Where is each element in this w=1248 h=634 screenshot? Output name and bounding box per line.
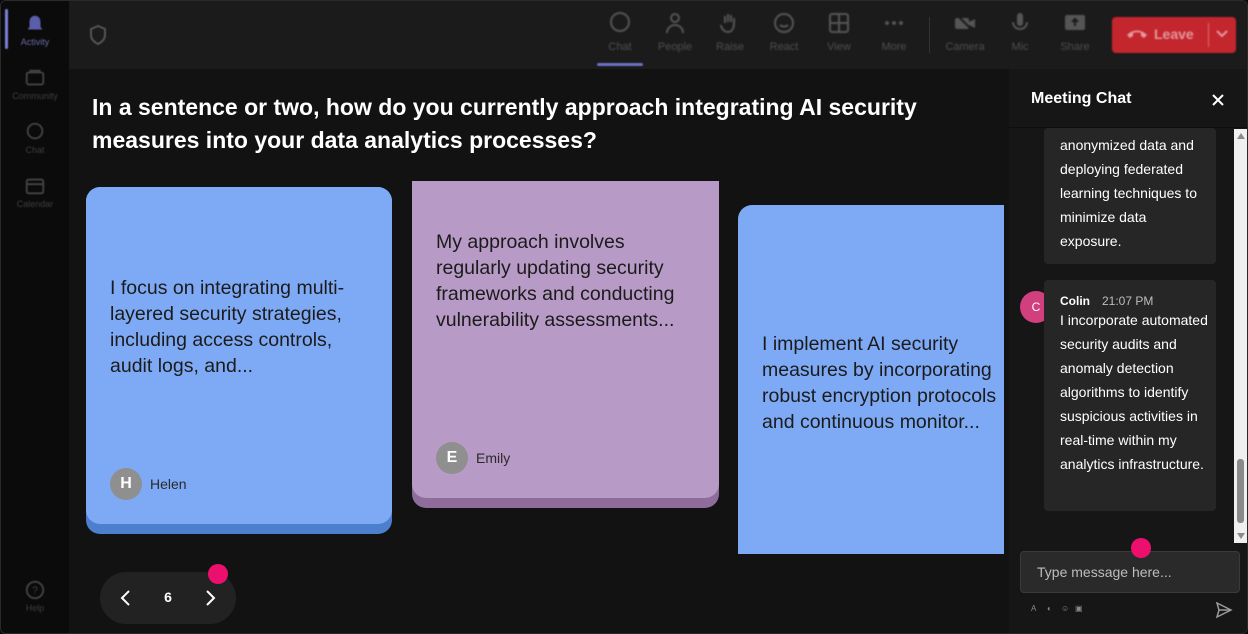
scroll-thumb[interactable] — [1237, 459, 1244, 523]
shield-icon[interactable] — [89, 25, 107, 45]
rail-item-help[interactable]: ? Help — [1, 579, 69, 613]
rail-item-calendar[interactable]: Calendar — [1, 175, 69, 209]
gif-icon[interactable]: ▣ — [1075, 605, 1083, 613]
mic-icon — [1012, 13, 1028, 31]
avatar: E — [436, 442, 468, 474]
rail-label: Community — [12, 91, 58, 101]
meeting-window: Activity Community Chat Calendar ? Help … — [0, 0, 1248, 634]
card-text: I implement AI security measures by inco… — [762, 333, 997, 433]
chat-active-indicator — [597, 63, 643, 66]
chat-message-text: anonymized data and deploying federated … — [1060, 137, 1197, 249]
card-author: Emily — [476, 450, 511, 466]
cursor-marker — [1131, 538, 1151, 558]
question-title: In a sentence or two, how do you current… — [92, 94, 917, 153]
toolbar-label: More — [881, 41, 907, 53]
chevron-down-icon[interactable] — [1214, 25, 1230, 41]
chat-icon — [26, 122, 44, 140]
hand-icon — [720, 14, 735, 34]
response-card[interactable]: I focus on integrating multi-layered sec… — [86, 187, 392, 524]
toolbar-people-button[interactable]: People — [650, 11, 700, 53]
share-icon — [1065, 15, 1085, 30]
toolbar-divider — [929, 17, 930, 53]
rail-label: Activity — [20, 37, 50, 47]
community-icon — [25, 69, 45, 86]
attach-icon[interactable]: ◐ — [1047, 605, 1055, 613]
main-stage: In a sentence or two, how do you current… — [69, 69, 1009, 633]
rail-item-activity[interactable]: Activity — [1, 13, 69, 47]
toolbar-label: React — [769, 41, 799, 53]
chat-scrollbar[interactable] — [1234, 129, 1247, 543]
help-icon: ? — [25, 580, 45, 600]
leave-label: Leave — [1154, 26, 1194, 42]
toolbar-raise-button[interactable]: Raise — [705, 11, 755, 53]
chevron-left-icon[interactable] — [114, 586, 138, 610]
people-icon — [666, 13, 684, 34]
chat-icon — [610, 12, 630, 32]
toolbar-chat-button[interactable]: Chat — [595, 11, 645, 53]
phone-hangup-icon — [1127, 30, 1147, 38]
meeting-chat-panel: Meeting Chat anonymized data and deployi… — [1009, 69, 1247, 633]
format-icon[interactable]: A — [1031, 605, 1039, 613]
avatar: H — [110, 468, 142, 500]
toolbar-label: Mic — [1011, 41, 1029, 53]
rail-item-community[interactable]: Community — [1, 67, 69, 101]
toolbar-camera-button[interactable]: Camera — [940, 11, 990, 53]
leave-button[interactable]: Leave — [1112, 17, 1236, 53]
chat-message-text: I incorporate automated security audits … — [1060, 312, 1208, 472]
chat-message: anonymized data and deploying federated … — [1044, 128, 1216, 264]
rail-item-chat[interactable]: Chat — [1, 121, 69, 155]
toolbar-label: Chat — [608, 41, 632, 53]
rail-label: Help — [25, 603, 45, 613]
card-text: I focus on integrating multi-layered sec… — [110, 277, 345, 377]
card-text: My approach involves regularly updating … — [436, 231, 675, 331]
close-icon[interactable] — [1209, 91, 1227, 109]
toolbar-label: People — [657, 41, 693, 53]
toolbar-more-button[interactable]: More — [869, 11, 919, 53]
toolbar-label: View — [827, 41, 851, 53]
toolbar-react-button[interactable]: React — [759, 11, 809, 53]
chat-message: Colin 21:07 PM I incorporate automated s… — [1044, 280, 1216, 511]
toolbar-mic-button[interactable]: Mic — [995, 11, 1045, 53]
response-card[interactable]: My approach involves regularly updating … — [412, 181, 719, 498]
smile-icon — [774, 13, 794, 33]
meeting-toolbar: Chat People Raise React View More Camera — [69, 1, 1247, 69]
rail-label: Calendar — [16, 199, 54, 209]
emoji-icon[interactable]: ☺ — [1061, 605, 1069, 613]
calendar-icon — [25, 178, 45, 195]
toolbar-label: Raise — [715, 41, 745, 53]
toolbar-label: Camera — [945, 41, 985, 53]
chevron-right-icon[interactable] — [198, 586, 222, 610]
svg-text:?: ? — [32, 586, 38, 597]
cursor-marker — [208, 564, 228, 584]
scroll-up-icon[interactable] — [1237, 133, 1245, 139]
send-icon[interactable] — [1215, 601, 1233, 619]
rail-label: Chat — [25, 145, 45, 155]
more-icon — [885, 21, 903, 25]
toolbar-view-button[interactable]: View — [814, 11, 864, 53]
chat-title: Meeting Chat — [1031, 90, 1132, 107]
chat-message-input[interactable] — [1020, 551, 1240, 593]
bell-icon — [27, 15, 43, 30]
leave-divider — [1208, 23, 1209, 47]
scroll-down-icon[interactable] — [1237, 533, 1245, 539]
toolbar-share-button[interactable]: Share — [1050, 11, 1100, 53]
response-card[interactable]: I implement AI security measures by inco… — [738, 205, 1004, 554]
grid-icon — [829, 13, 849, 33]
left-rail: Activity Community Chat Calendar ? Help — [1, 1, 69, 633]
page-number: 6 — [164, 589, 172, 605]
toolbar-label: Share — [1060, 41, 1090, 53]
card-author: Helen — [150, 476, 187, 492]
camera-off-icon — [955, 13, 975, 33]
